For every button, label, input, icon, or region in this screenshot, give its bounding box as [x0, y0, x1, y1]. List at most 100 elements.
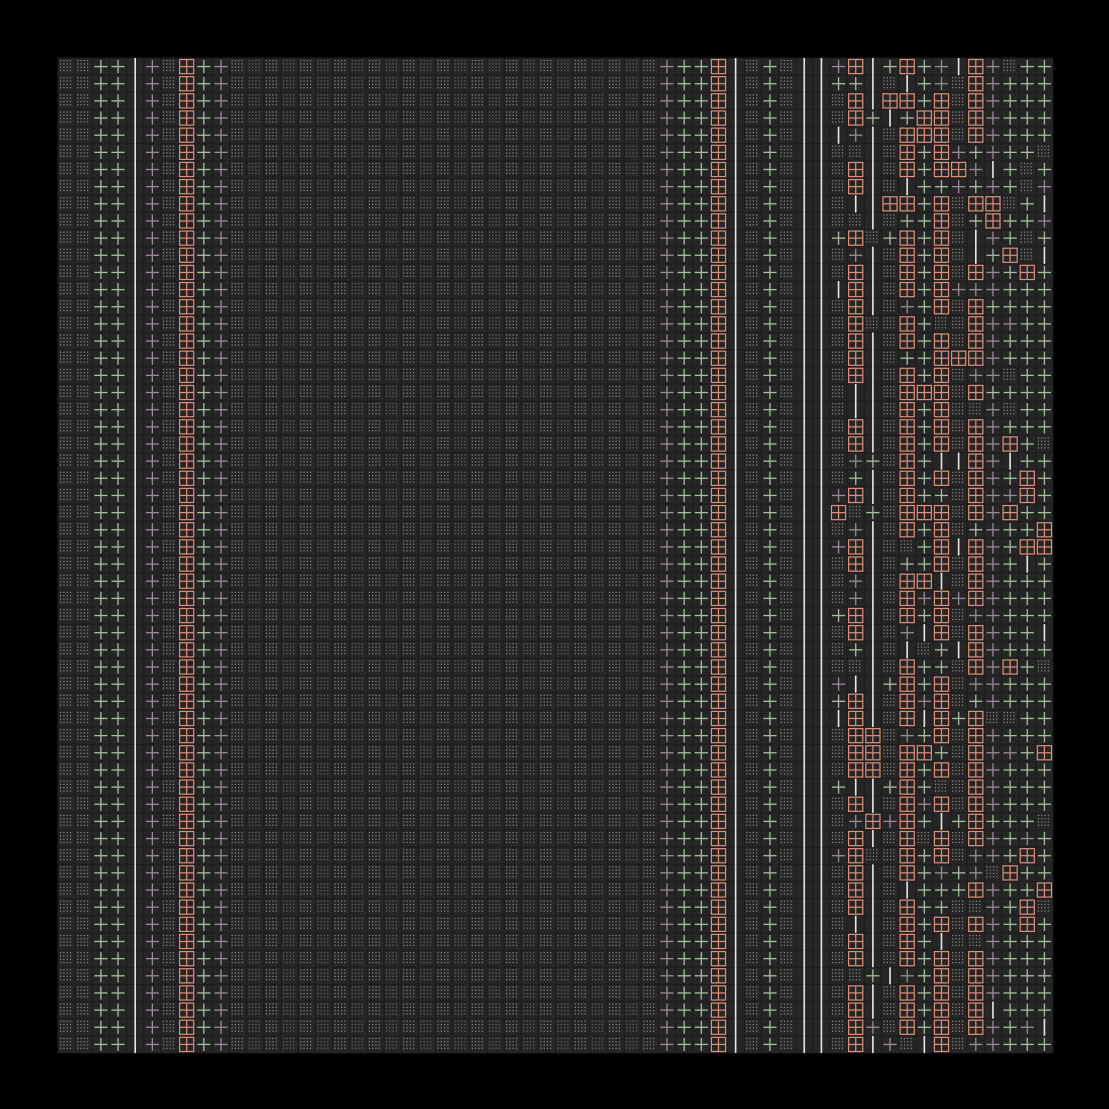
bar-cell — [734, 812, 737, 830]
bar-cell — [734, 967, 737, 985]
bar-cell — [820, 195, 823, 213]
bar-cell — [134, 58, 136, 76]
bar-cell — [923, 1035, 926, 1053]
bar-cell — [734, 58, 737, 76]
bar-cell — [134, 109, 136, 127]
bar-cell — [872, 521, 874, 539]
bar-cell — [872, 178, 874, 196]
bar-cell — [872, 58, 874, 76]
bar-cell — [803, 606, 806, 625]
bar-cell — [734, 898, 737, 916]
bar-cell — [134, 881, 136, 899]
bar-cell — [803, 58, 806, 76]
bar-cell — [134, 967, 136, 985]
bar-cell — [1043, 195, 1046, 213]
bar-cell — [803, 641, 806, 659]
bar-cell — [957, 58, 960, 76]
bar-cell — [734, 641, 737, 659]
bar-cell — [889, 967, 891, 985]
bar-cell — [872, 143, 874, 161]
bar-cell — [134, 932, 136, 951]
bar-cell — [803, 469, 806, 487]
bar-cell — [134, 727, 136, 745]
bar-cell — [820, 452, 823, 470]
bar-cell — [734, 950, 737, 968]
bar-cell — [734, 1001, 737, 1019]
bar-cell — [734, 126, 737, 144]
bar-cell — [872, 555, 874, 573]
bar-cell — [872, 418, 874, 436]
bar-cell — [734, 915, 737, 933]
bar-cell — [803, 281, 806, 299]
bar-cell — [734, 744, 737, 762]
bar-cell — [134, 143, 136, 161]
bar-cell — [803, 555, 806, 573]
bar-cell — [803, 967, 806, 985]
bar-cell — [872, 589, 874, 607]
bar-cell — [872, 298, 874, 316]
bar-cell — [820, 332, 823, 350]
bar-cell — [803, 178, 806, 196]
bar-cell — [803, 366, 806, 384]
bar-cell — [803, 195, 806, 213]
bar-cell — [803, 950, 806, 968]
bar-cell — [134, 469, 136, 487]
bar-cell — [820, 915, 823, 933]
bar-cell — [734, 761, 737, 779]
bar-cell — [872, 92, 874, 110]
bar-cell — [134, 160, 136, 179]
bar-cell — [803, 229, 806, 247]
bar-cell — [820, 126, 823, 144]
bar-cell — [803, 624, 806, 642]
bar-cell — [820, 984, 823, 1002]
bar-cell — [134, 606, 136, 625]
bar-cell — [820, 92, 823, 110]
bar-cell — [803, 932, 806, 951]
bar-cell — [872, 263, 874, 282]
bar-cell — [803, 401, 806, 419]
bar-cell — [734, 727, 737, 745]
bar-cell — [906, 881, 908, 899]
bar-cell — [872, 624, 874, 642]
bar-cell — [134, 263, 136, 282]
bar-cell — [872, 126, 874, 144]
bar-cell — [872, 281, 874, 299]
bar-cell — [957, 538, 960, 556]
bar-cell — [820, 263, 823, 282]
bar-cell — [134, 229, 136, 247]
bar-cell — [872, 349, 874, 367]
bar-cell — [872, 915, 874, 933]
bar-cell — [134, 452, 136, 470]
bar-cell — [134, 212, 136, 230]
bar-cell — [134, 1035, 136, 1053]
bar-cell — [940, 572, 943, 590]
bar-cell — [872, 864, 874, 882]
bar-cell — [803, 521, 806, 539]
bar-cell — [820, 538, 823, 556]
bar-cell — [734, 658, 737, 676]
bar-cell — [803, 126, 806, 144]
bar-cell — [820, 589, 823, 607]
bar-cell — [734, 332, 737, 350]
bar-cell — [872, 435, 874, 453]
bar-cell — [734, 92, 737, 110]
bar-cell — [134, 1018, 136, 1036]
bar-cell — [872, 795, 874, 813]
bar-cell — [872, 75, 874, 93]
bar-cell — [803, 246, 806, 264]
bar-cell — [872, 469, 874, 487]
bar-cell — [134, 950, 136, 968]
bar-cell — [820, 75, 823, 93]
bar-cell — [820, 486, 823, 505]
bar-cell — [734, 709, 737, 728]
bar-cell — [820, 641, 823, 659]
bar-cell — [734, 246, 737, 264]
bar-cell — [820, 435, 823, 453]
bar-cell — [872, 366, 874, 384]
bar-cell — [803, 778, 806, 796]
bar-cell — [992, 1001, 994, 1019]
bar-cell — [906, 75, 908, 93]
bar-cell — [803, 572, 806, 590]
bar-cell — [134, 75, 136, 93]
bar-cell — [872, 709, 874, 728]
